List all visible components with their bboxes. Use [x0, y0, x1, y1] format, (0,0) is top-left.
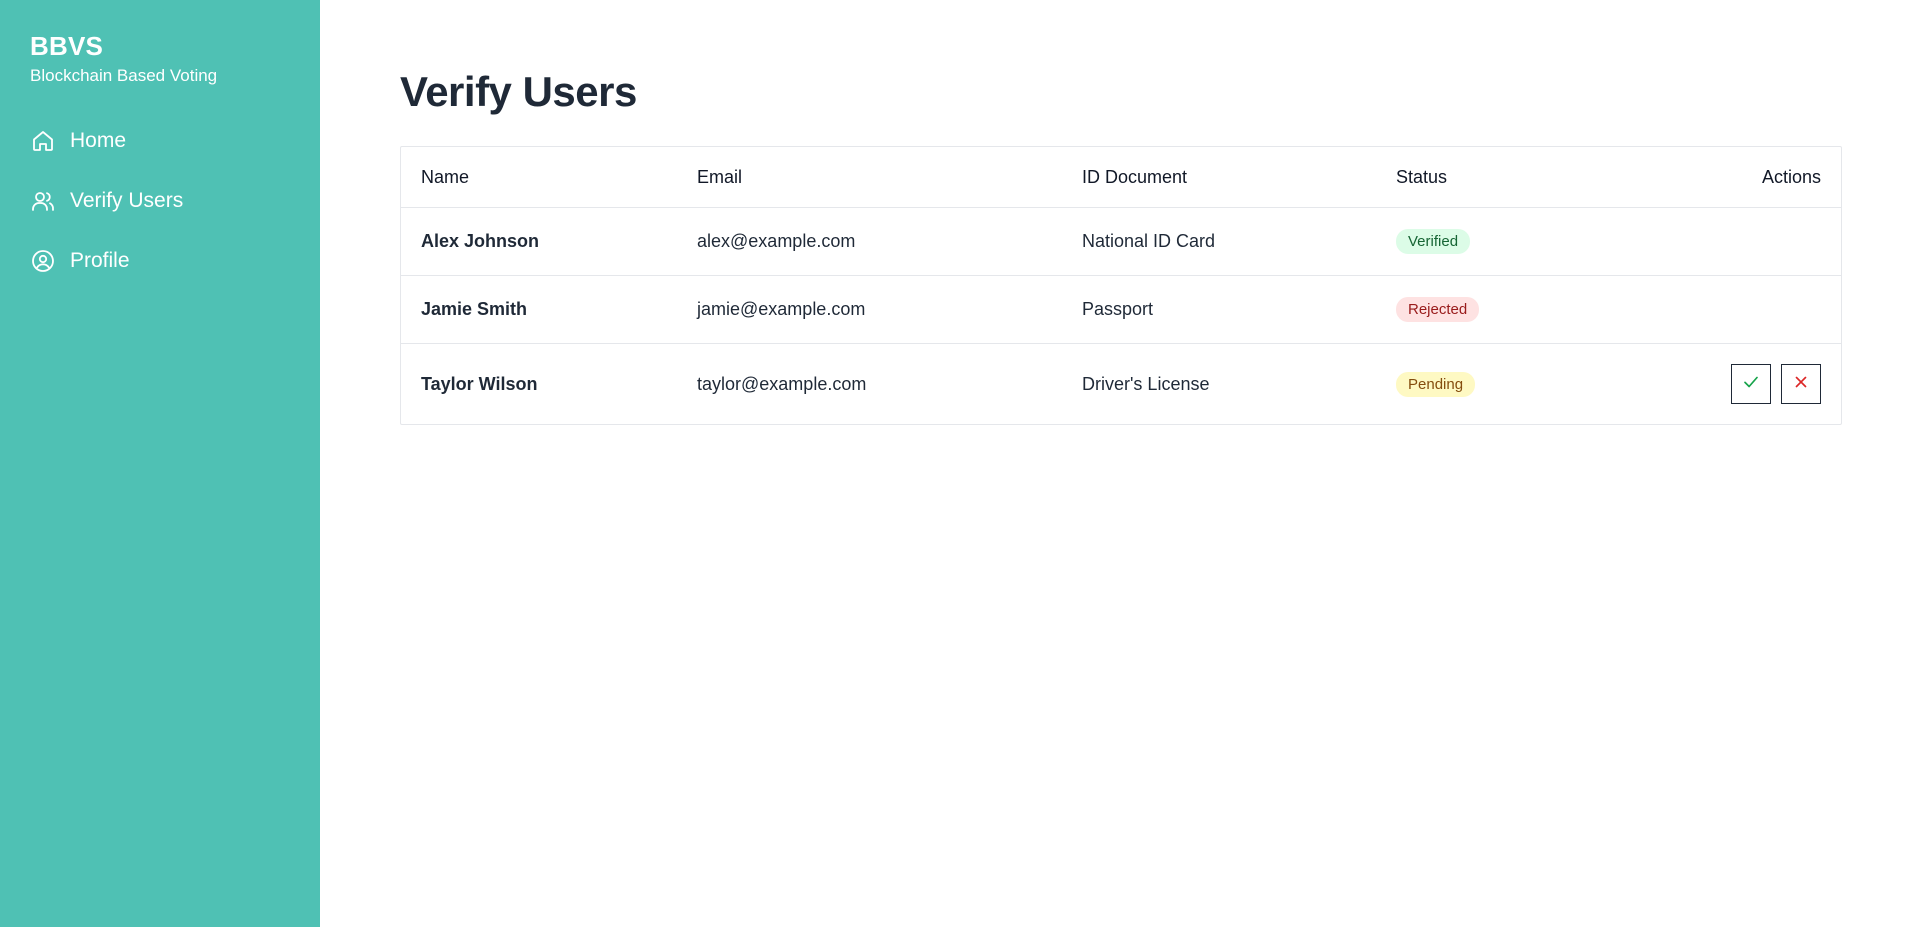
brand-title: BBVS [30, 31, 104, 61]
user-name-text: Jamie Smith [421, 299, 528, 319]
column-header-actions: Actions [1596, 167, 1841, 188]
user-name: Taylor Wilson [401, 374, 677, 395]
column-header-name: Name [421, 166, 470, 187]
sidebar-item-verify-users[interactable]: Verify Users [30, 171, 320, 231]
user-name: Alex Johnson [401, 231, 677, 252]
column-header-status: Status [1396, 166, 1448, 187]
user-email: taylor@example.com [697, 373, 867, 394]
status-cell: Rejected [1376, 297, 1596, 322]
status-badge-pending: Pending [1396, 371, 1476, 397]
status-badge-verified: Verified [1396, 229, 1471, 254]
app-root: BBVS Blockchain Based Voting Home Verify… [0, 0, 1916, 927]
sidebar: BBVS Blockchain Based Voting Home Verify… [0, 0, 320, 927]
home-icon [30, 128, 56, 154]
column-header-actions-label: Actions [1761, 166, 1821, 187]
table-row: Taylor Wilson taylor@example.com Driver'… [401, 343, 1841, 424]
main-content: Verify Users Name Email ID Document Stat… [320, 0, 1916, 927]
user-circle-icon [30, 248, 56, 274]
user-id-document: Passport [1082, 299, 1154, 319]
actions-cell [1596, 364, 1841, 404]
user-name: Jamie Smith [401, 299, 677, 320]
table-header-row: Name Email ID Document Status Actions [401, 147, 1841, 207]
user-name-text: Alex Johnson [421, 231, 540, 251]
page-title: Verify Users [400, 68, 637, 115]
reject-button[interactable] [1781, 364, 1821, 404]
approve-button[interactable] [1731, 364, 1771, 404]
users-icon [30, 188, 56, 214]
status-badge-rejected: Rejected [1396, 297, 1480, 322]
user-id-document: Driver's License [1082, 373, 1210, 394]
user-id-document: National ID Card [1082, 231, 1216, 251]
user-email: jamie@example.com [697, 299, 866, 319]
sidebar-item-profile[interactable]: Profile [30, 231, 320, 291]
table-row: Jamie Smith jamie@example.com Passport R… [401, 275, 1841, 343]
sidebar-item-label: Verify Users [70, 189, 184, 212]
sidebar-nav: Home Verify Users Profile [30, 111, 320, 291]
status-cell: Pending [1376, 371, 1596, 397]
sidebar-item-label: Profile [70, 249, 130, 272]
sidebar-item-home[interactable]: Home [30, 111, 320, 171]
check-icon [1742, 373, 1760, 396]
table-row: Alex Johnson alex@example.com National I… [401, 207, 1841, 275]
column-header-email: Email [697, 166, 743, 187]
user-email: alex@example.com [697, 231, 856, 251]
column-header-document: ID Document [1082, 166, 1188, 187]
status-cell: Verified [1376, 229, 1596, 254]
brand-subtitle: Blockchain Based Voting [30, 66, 218, 85]
close-icon [1792, 373, 1810, 396]
sidebar-item-label: Home [70, 129, 127, 152]
users-table: Name Email ID Document Status Actions Al… [400, 146, 1842, 425]
user-name-text: Taylor Wilson [421, 373, 538, 394]
